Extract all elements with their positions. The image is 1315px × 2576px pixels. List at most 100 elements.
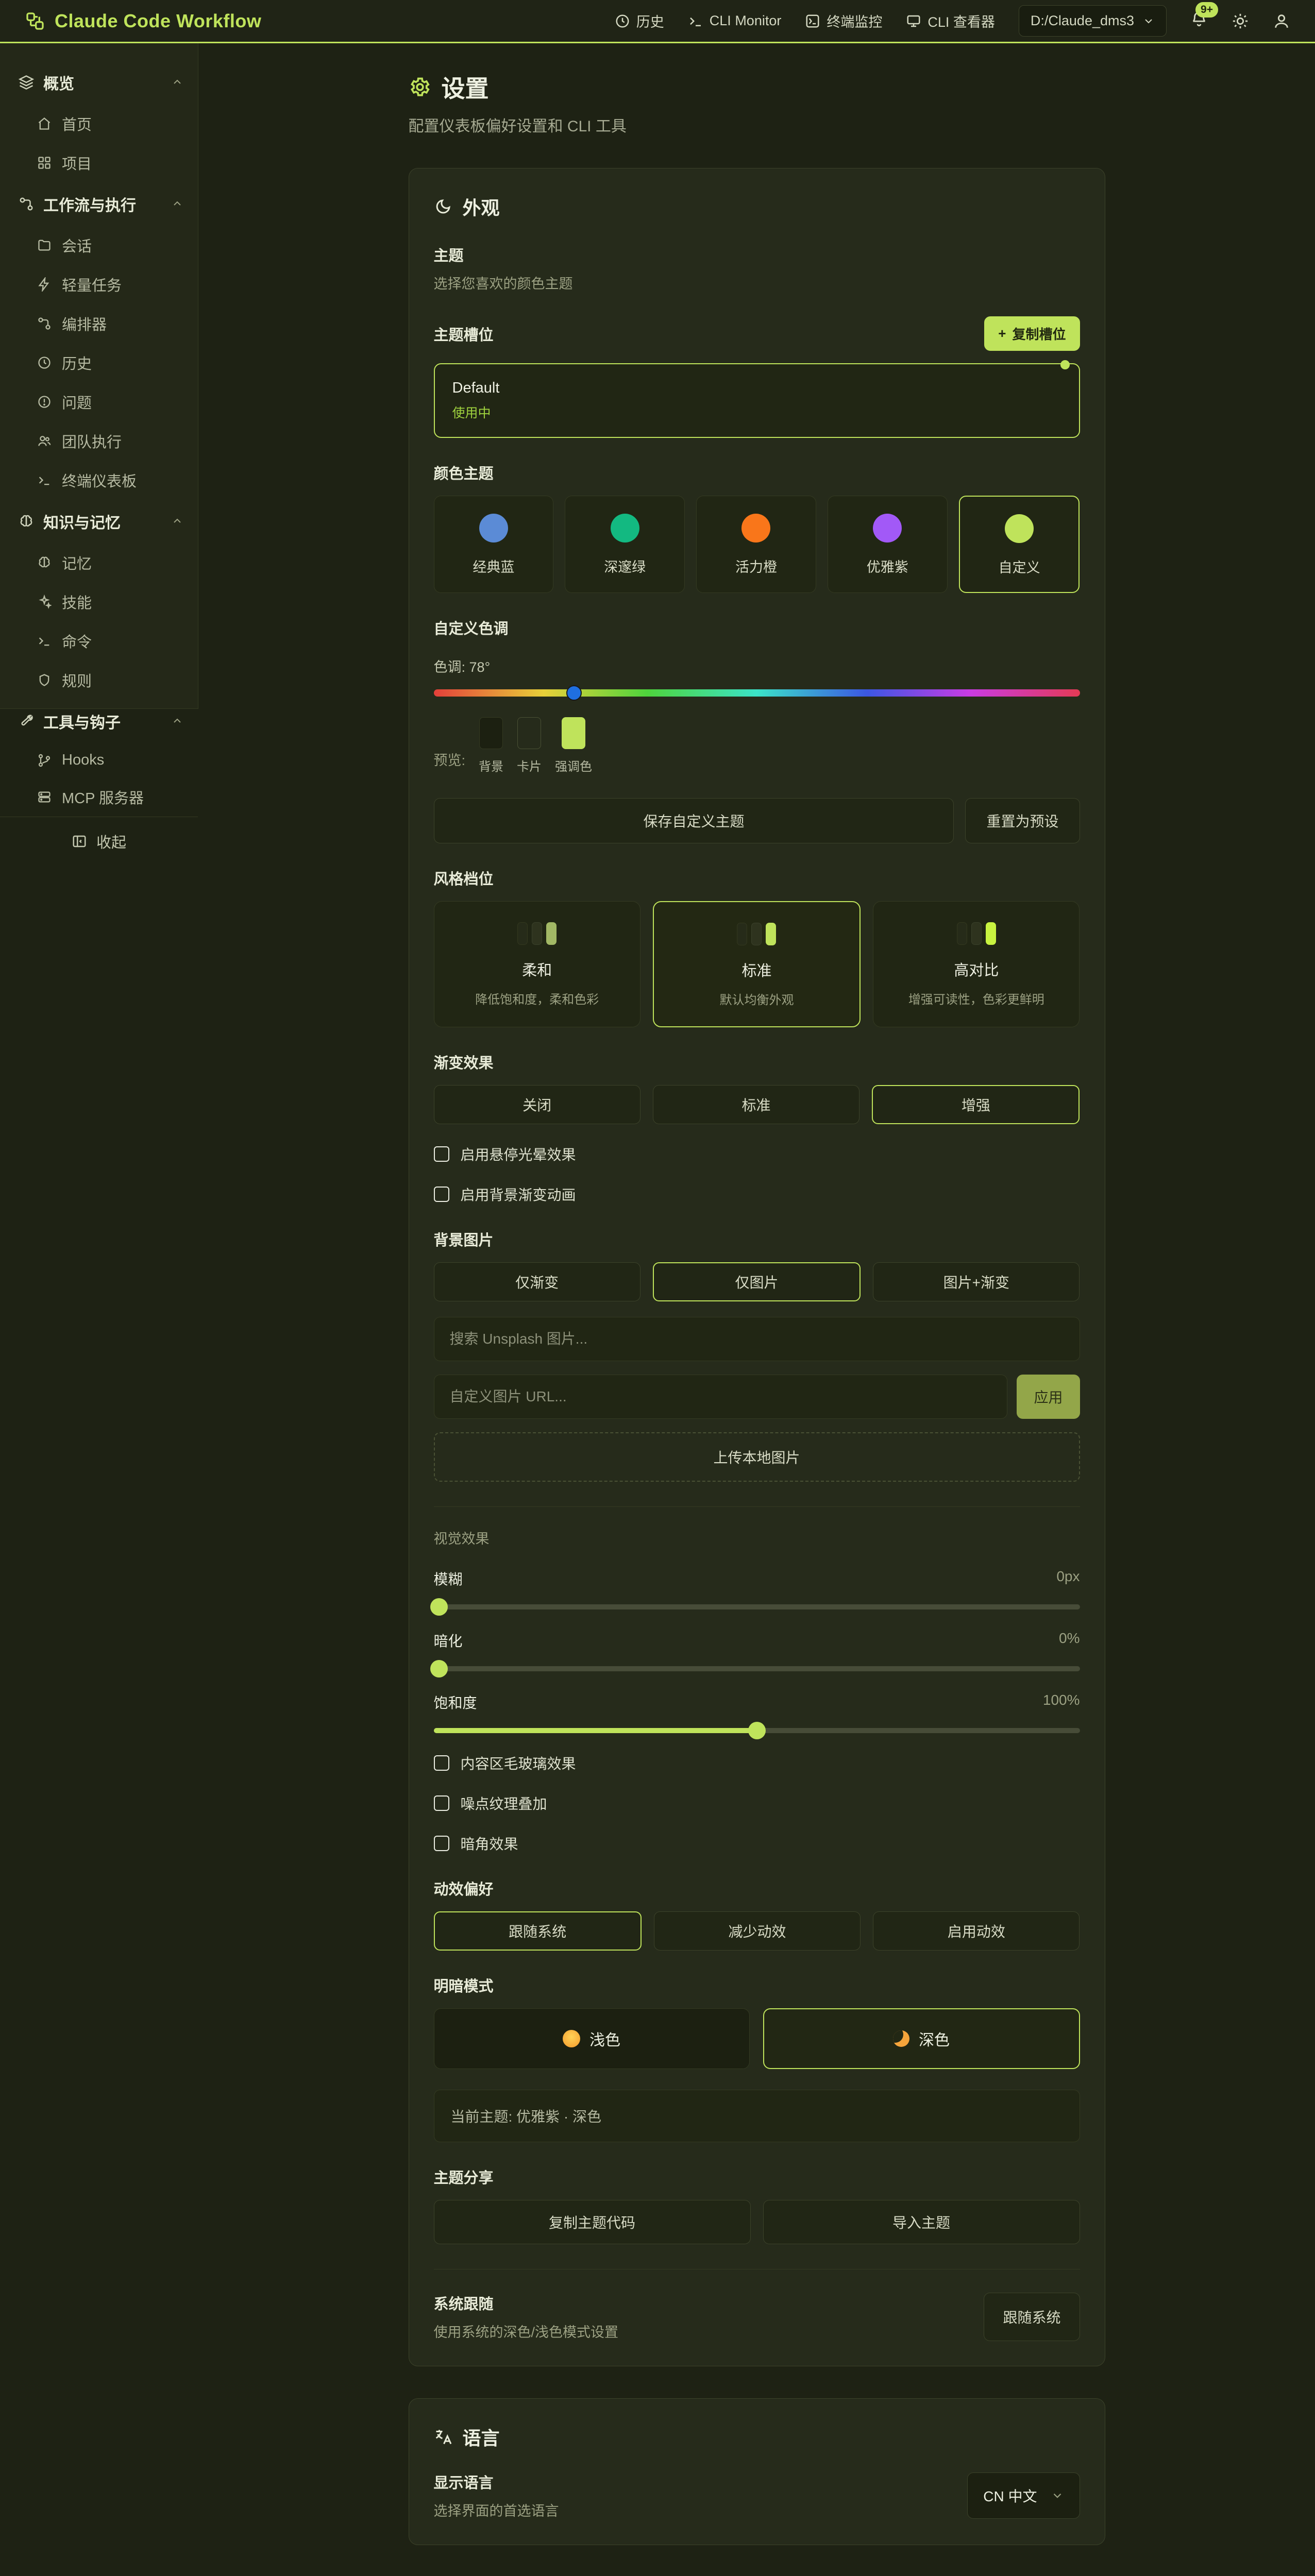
sidebar-item-home[interactable]: 首页 — [0, 104, 198, 143]
sidebar: 概览 首页 项目 工作流与执行 会话 轻量任务 — [0, 43, 198, 709]
bg-anim-checkbox-row[interactable]: 启用背景渐变动画 — [434, 1184, 1080, 1205]
notifications-button[interactable]: 9+ — [1190, 10, 1208, 31]
sidebar-item-mcp-servers[interactable]: MCP 服务器 — [0, 777, 198, 817]
language-select[interactable]: CN 中文 — [967, 2472, 1080, 2519]
sidebar-section-tools[interactable]: 工具与钩子 — [0, 700, 198, 743]
checkbox-unchecked[interactable] — [434, 1836, 449, 1851]
theme-option-purple[interactable]: 优雅紫 — [828, 496, 948, 593]
sidebar-item-label: MCP 服务器 — [62, 786, 144, 808]
checkbox-unchecked[interactable] — [434, 1187, 449, 1202]
unsplash-search-input[interactable] — [434, 1317, 1080, 1361]
motion-enable-button[interactable]: 启用动效 — [873, 1911, 1080, 1951]
sidebar-item-sessions[interactable]: 会话 — [0, 226, 198, 265]
sidebar-item-issues[interactable]: 问题 — [0, 382, 198, 421]
theme-slot-default[interactable]: Default 使用中 — [434, 363, 1080, 438]
import-theme-button[interactable]: 导入主题 — [763, 2200, 1080, 2244]
terminal-icon — [688, 13, 703, 29]
sidebar-item-label: 终端仪表板 — [62, 469, 137, 491]
light-mode-button[interactable]: 浅色 — [434, 2008, 750, 2069]
theme-option-green[interactable]: 深邃绿 — [565, 496, 685, 593]
sidebar-item-terminal-dashboard[interactable]: 终端仪表板 — [0, 461, 198, 500]
copy-slot-button[interactable]: + 复制槽位 — [984, 316, 1080, 351]
checkbox-unchecked[interactable] — [434, 1755, 449, 1771]
project-select[interactable]: D:/Claude_dms3 — [1019, 5, 1167, 37]
brain-icon — [37, 555, 52, 570]
chevron-up-icon — [171, 515, 183, 528]
darken-slider[interactable] — [434, 1666, 1080, 1671]
system-follow-label: 系统跟随 — [434, 2292, 619, 2314]
chevron-up-icon — [171, 715, 183, 727]
hue-slider-thumb[interactable] — [566, 685, 582, 701]
vignette-checkbox-row[interactable]: 暗角效果 — [434, 1833, 1080, 1854]
sidebar-item-label: 命令 — [62, 630, 92, 652]
sidebar-collapse-button[interactable]: 收起 — [0, 817, 198, 866]
save-custom-theme-button[interactable]: 保存自定义主题 — [434, 798, 954, 843]
sidebar-item-history[interactable]: 历史 — [0, 343, 198, 382]
nav-cli-monitor[interactable]: CLI Monitor — [688, 13, 782, 29]
sidebar-section-workflow[interactable]: 工作流与执行 — [0, 182, 198, 226]
sidebar-item-label: 项目 — [62, 152, 92, 174]
darken-slider-thumb[interactable] — [430, 1660, 448, 1677]
checkbox-unchecked[interactable] — [434, 1146, 449, 1162]
app-header: Claude Code Workflow 历史 CLI Monitor 终端监控… — [0, 0, 1315, 43]
visual-effects-label: 视觉效果 — [434, 1528, 1080, 1548]
blur-slider-thumb[interactable] — [430, 1598, 448, 1616]
noise-checkbox-row[interactable]: 噪点纹理叠加 — [434, 1793, 1080, 1814]
layers-icon — [19, 75, 34, 90]
bg-image-only-button[interactable]: 仅图片 — [653, 1262, 861, 1301]
clock-icon — [37, 355, 52, 370]
sidebar-item-skills[interactable]: 技能 — [0, 582, 198, 621]
theme-option-blue[interactable]: 经典蓝 — [434, 496, 554, 593]
sidebar-item-label: 团队执行 — [62, 430, 122, 452]
sidebar-item-commands[interactable]: 命令 — [0, 621, 198, 660]
saturation-slider[interactable] — [434, 1728, 1080, 1733]
theme-toggle-button[interactable] — [1232, 12, 1249, 30]
bg-image-label: 背景图片 — [434, 1228, 1080, 1250]
saturation-slider-thumb[interactable] — [748, 1722, 766, 1739]
motion-reduce-button[interactable]: 减少动效 — [654, 1911, 861, 1951]
copy-theme-code-button[interactable]: 复制主题代码 — [434, 2200, 751, 2244]
glass-checkbox-row[interactable]: 内容区毛玻璃效果 — [434, 1753, 1080, 1773]
nav-cli-viewer[interactable]: CLI 查看器 — [906, 11, 995, 31]
bg-image-gradient-button[interactable]: 图片+渐变 — [873, 1262, 1080, 1301]
blur-slider[interactable] — [434, 1604, 1080, 1609]
apply-url-button[interactable]: 应用 — [1017, 1375, 1080, 1419]
gradient-enhanced-button[interactable]: 增强 — [872, 1085, 1080, 1124]
sidebar-item-hooks[interactable]: Hooks — [0, 743, 198, 777]
style-option-high-contrast[interactable]: 高对比 增强可读性，色彩更鲜明 — [873, 901, 1080, 1027]
gradient-standard-button[interactable]: 标准 — [653, 1085, 859, 1124]
gradient-off-button[interactable]: 关闭 — [434, 1085, 640, 1124]
sidebar-item-memory[interactable]: 记忆 — [0, 543, 198, 582]
reset-preset-button[interactable]: 重置为预设 — [965, 798, 1080, 843]
style-option-soft[interactable]: 柔和 降低饱和度，柔和色彩 — [434, 901, 640, 1027]
follow-system-button[interactable]: 跟随系统 — [984, 2293, 1080, 2341]
nav-history[interactable]: 历史 — [615, 11, 664, 31]
theme-option-orange[interactable]: 活力橙 — [696, 496, 816, 593]
sidebar-section-overview[interactable]: 概览 — [0, 61, 198, 104]
custom-url-input[interactable] — [434, 1375, 1008, 1419]
nav-terminal-monitor[interactable]: 终端监控 — [805, 11, 882, 31]
sidebar-section-knowledge[interactable]: 知识与记忆 — [0, 500, 198, 543]
theme-share-label: 主题分享 — [434, 2166, 1080, 2188]
checkbox-unchecked[interactable] — [434, 1795, 449, 1811]
preview-card-swatch: 卡片 — [517, 717, 542, 774]
sidebar-item-orchestrator[interactable]: 编排器 — [0, 304, 198, 343]
user-icon[interactable] — [1273, 12, 1290, 30]
style-option-standard[interactable]: 标准 默认均衡外观 — [653, 901, 861, 1027]
hover-glow-checkbox-row[interactable]: 启用悬停光晕效果 — [434, 1144, 1080, 1164]
upload-local-image-button[interactable]: 上传本地图片 — [434, 1432, 1080, 1482]
sidebar-item-light-tasks[interactable]: 轻量任务 — [0, 265, 198, 304]
appearance-title: 外观 — [463, 193, 500, 220]
theme-option-custom[interactable]: 自定义 — [959, 496, 1080, 593]
app-brand[interactable]: Claude Code Workflow — [25, 10, 261, 32]
sidebar-item-rules[interactable]: 规则 — [0, 660, 198, 700]
bg-gradient-only-button[interactable]: 仅渐变 — [434, 1262, 640, 1301]
motion-system-button[interactable]: 跟随系统 — [434, 1911, 642, 1951]
sidebar-section-label: 工具与钩子 — [43, 710, 121, 733]
hue-slider[interactable] — [434, 689, 1080, 697]
theme-color-swatch — [611, 514, 639, 543]
sidebar-item-label: 历史 — [62, 352, 92, 374]
dark-mode-button[interactable]: 深色 — [763, 2008, 1080, 2069]
sidebar-item-projects[interactable]: 项目 — [0, 143, 198, 182]
sidebar-item-team-exec[interactable]: 团队执行 — [0, 421, 198, 461]
